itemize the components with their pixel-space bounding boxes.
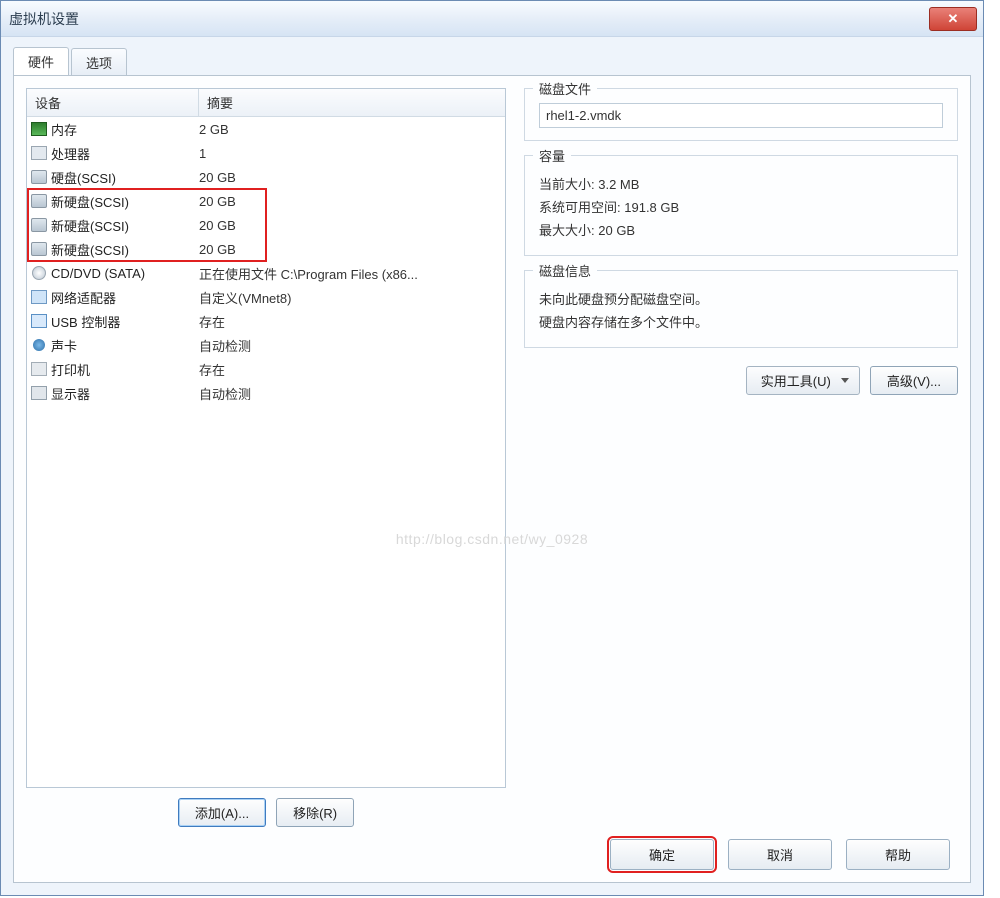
device-row[interactable]: 声卡自动检测	[27, 333, 505, 357]
device-summary: 20 GB	[199, 170, 505, 185]
help-button[interactable]: 帮助	[846, 839, 950, 870]
disk-info-line1: 未向此硬盘预分配磁盘空间。	[539, 289, 943, 308]
device-row[interactable]: 打印机存在	[27, 357, 505, 381]
device-name: 网络适配器	[51, 288, 199, 307]
disp-icon	[27, 386, 51, 400]
cpu-icon	[27, 146, 51, 160]
snd-icon	[27, 339, 51, 351]
net-icon	[27, 290, 51, 304]
disk-info-line2: 硬盘内容存储在多个文件中。	[539, 312, 943, 331]
capacity-current: 当前大小: 3.2 MB	[539, 174, 943, 193]
titlebar: 虚拟机设置 ✕	[1, 1, 983, 37]
device-summary: 20 GB	[199, 242, 505, 257]
client-area: 硬件 选项 http://blog.csdn.net/wy_0928 设备 摘要…	[1, 37, 983, 895]
disk-icon	[27, 170, 51, 184]
add-device-button[interactable]: 添加(A)...	[178, 798, 266, 827]
device-row[interactable]: 网络适配器自定义(VMnet8)	[27, 285, 505, 309]
remove-device-button[interactable]: 移除(R)	[276, 798, 354, 827]
device-name: 打印机	[51, 360, 199, 379]
header-summary: 摘要	[199, 89, 505, 116]
disk-icon	[27, 242, 51, 256]
disk-file-input[interactable]	[539, 103, 943, 128]
capacity-current-value: 3.2 MB	[598, 177, 639, 192]
chevron-down-icon	[841, 378, 849, 383]
right-buttons: 实用工具(U) 高级(V)...	[524, 366, 958, 395]
device-name: 新硬盘(SCSI)	[51, 192, 199, 211]
capacity-legend: 容量	[533, 146, 571, 165]
usb-icon	[27, 314, 51, 328]
capacity-max-label: 最大大小:	[539, 223, 595, 238]
device-rows: 内存2 GB处理器1硬盘(SCSI)20 GB新硬盘(SCSI)20 GB新硬盘…	[27, 117, 505, 787]
device-summary: 正在使用文件 C:\Program Files (x86...	[199, 264, 505, 283]
prn-icon	[27, 362, 51, 376]
capacity-max-value: 20 GB	[598, 223, 635, 238]
device-summary: 自动检测	[199, 336, 505, 355]
disk-file-legend: 磁盘文件	[533, 79, 597, 98]
device-summary: 1	[199, 146, 505, 161]
capacity-free: 系统可用空间: 191.8 GB	[539, 197, 943, 216]
disk-info-group: 磁盘信息 未向此硬盘预分配磁盘空间。 硬盘内容存储在多个文件中。	[524, 270, 958, 348]
capacity-free-value: 191.8 GB	[624, 200, 679, 215]
device-summary: 自定义(VMnet8)	[199, 288, 505, 307]
device-row[interactable]: 新硬盘(SCSI)20 GB	[27, 189, 505, 213]
header-device: 设备	[27, 89, 199, 116]
tab-options[interactable]: 选项	[71, 48, 127, 76]
device-row[interactable]: USB 控制器存在	[27, 309, 505, 333]
capacity-free-label: 系统可用空间:	[539, 200, 621, 215]
utility-button[interactable]: 实用工具(U)	[746, 366, 860, 395]
device-name: 新硬盘(SCSI)	[51, 240, 199, 259]
device-summary: 2 GB	[199, 122, 505, 137]
utility-button-label: 实用工具(U)	[761, 371, 831, 390]
device-row[interactable]: 新硬盘(SCSI)20 GB	[27, 237, 505, 261]
tab-hardware[interactable]: 硬件	[13, 47, 69, 76]
device-summary: 存在	[199, 312, 505, 331]
device-summary: 存在	[199, 360, 505, 379]
device-summary: 20 GB	[199, 194, 505, 209]
vm-settings-window: 虚拟机设置 ✕ 硬件 选项 http://blog.csdn.net/wy_09…	[0, 0, 984, 896]
close-icon: ✕	[948, 11, 959, 27]
device-name: 声卡	[51, 336, 199, 355]
device-row[interactable]: 新硬盘(SCSI)20 GB	[27, 213, 505, 237]
disk-icon	[27, 194, 51, 208]
device-summary: 20 GB	[199, 218, 505, 233]
device-row[interactable]: 硬盘(SCSI)20 GB	[27, 165, 505, 189]
cd-icon	[27, 266, 51, 280]
disk-file-group: 磁盘文件	[524, 88, 958, 141]
disk-icon	[27, 218, 51, 232]
dialog-buttons: 确定 取消 帮助	[26, 827, 958, 870]
advanced-button[interactable]: 高级(V)...	[870, 366, 958, 395]
window-title: 虚拟机设置	[9, 9, 925, 29]
device-name: USB 控制器	[51, 312, 199, 331]
disk-info-legend: 磁盘信息	[533, 261, 597, 280]
tab-body: http://blog.csdn.net/wy_0928 设备 摘要 内存2 G…	[13, 75, 971, 883]
device-row[interactable]: 处理器1	[27, 141, 505, 165]
device-row[interactable]: 显示器自动检测	[27, 381, 505, 405]
device-name: 显示器	[51, 384, 199, 403]
device-row[interactable]: 内存2 GB	[27, 117, 505, 141]
ok-button[interactable]: 确定	[610, 839, 714, 870]
close-button[interactable]: ✕	[929, 7, 977, 31]
device-row[interactable]: CD/DVD (SATA)正在使用文件 C:\Program Files (x8…	[27, 261, 505, 285]
device-summary: 自动检测	[199, 384, 505, 403]
capacity-max: 最大大小: 20 GB	[539, 220, 943, 239]
capacity-current-label: 当前大小:	[539, 177, 595, 192]
right-column: 磁盘文件 容量 当前大小: 3.2 MB 系统可用空间: 191.8 GB	[524, 88, 958, 827]
two-column-layout: 设备 摘要 内存2 GB处理器1硬盘(SCSI)20 GB新硬盘(SCSI)20…	[26, 88, 958, 827]
tabstrip: 硬件 选项	[13, 47, 971, 75]
device-list: 设备 摘要 内存2 GB处理器1硬盘(SCSI)20 GB新硬盘(SCSI)20…	[26, 88, 506, 788]
device-name: CD/DVD (SATA)	[51, 266, 199, 281]
device-list-header: 设备 摘要	[27, 89, 505, 117]
device-name: 处理器	[51, 144, 199, 163]
device-name: 硬盘(SCSI)	[51, 168, 199, 187]
mem-icon	[27, 122, 51, 136]
device-buttons: 添加(A)... 移除(R)	[26, 788, 506, 827]
device-name: 内存	[51, 120, 199, 139]
left-column: 设备 摘要 内存2 GB处理器1硬盘(SCSI)20 GB新硬盘(SCSI)20…	[26, 88, 506, 827]
cancel-button[interactable]: 取消	[728, 839, 832, 870]
capacity-group: 容量 当前大小: 3.2 MB 系统可用空间: 191.8 GB 最大大小: 2…	[524, 155, 958, 256]
device-name: 新硬盘(SCSI)	[51, 216, 199, 235]
